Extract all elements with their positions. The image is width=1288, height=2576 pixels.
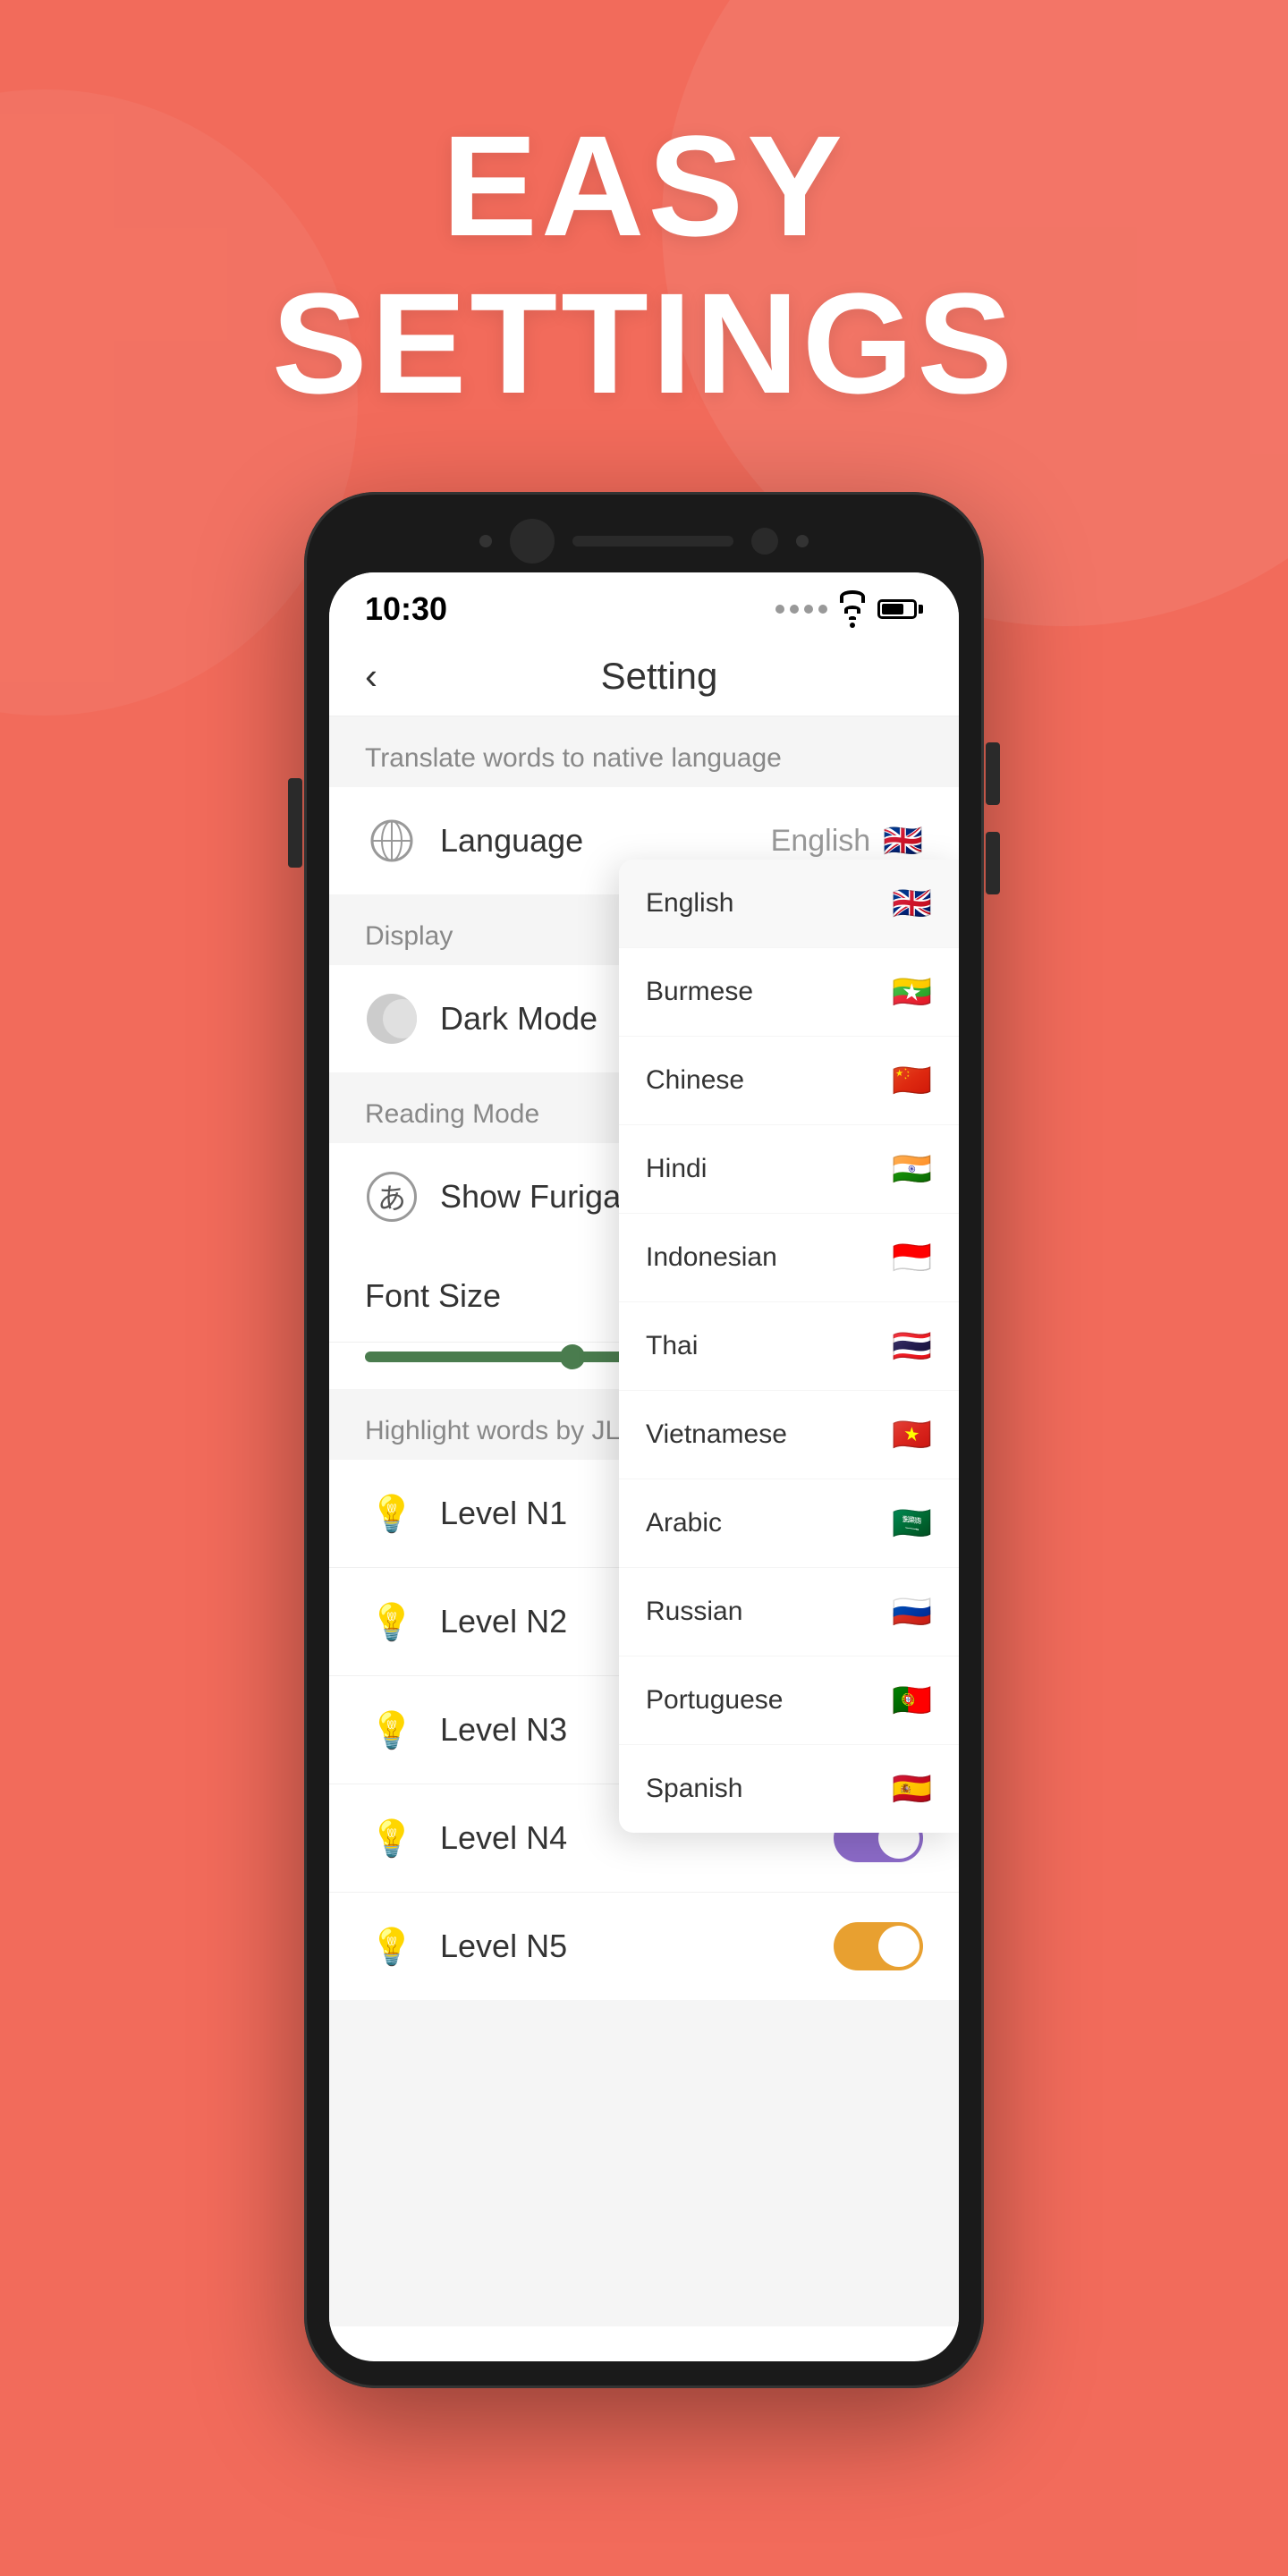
dropdown-item-thai[interactable]: Thai 🇹🇭 (619, 1302, 959, 1391)
signal-dot-2 (790, 605, 799, 614)
flag-chinese: 🇨🇳 (892, 1062, 932, 1099)
dark-mode-row-left: Dark Mode (365, 992, 597, 1046)
lang-name-hindi: Hindi (646, 1154, 707, 1184)
phone-screen: 10:30 (329, 572, 959, 2361)
level-n5-toggle[interactable] (834, 1922, 923, 1970)
lang-name-english: English (646, 888, 733, 919)
dropdown-item-hindi[interactable]: Hindi 🇮🇳 (619, 1125, 959, 1214)
dropdown-item-burmese[interactable]: Burmese 🇲🇲 (619, 948, 959, 1037)
battery-icon (877, 599, 923, 619)
flag-russian: 🇷🇺 (892, 1593, 932, 1631)
flag-english: 🇬🇧 (892, 885, 932, 922)
level-n2-label: Level N2 (440, 1603, 567, 1640)
globe-icon (365, 814, 419, 868)
power-button[interactable] (288, 778, 302, 868)
signal-dot-1 (775, 605, 784, 614)
flag-hindi: 🇮🇳 (892, 1150, 932, 1188)
furigana-icon: あ (365, 1170, 419, 1224)
level-n5-label: Level N5 (440, 1928, 567, 1965)
status-time: 10:30 (365, 590, 447, 628)
lang-name-arabic: Arabic (646, 1508, 722, 1538)
signal-dots (775, 605, 827, 614)
phone-dot-right (751, 528, 778, 555)
language-flag: 🇬🇧 (883, 822, 923, 860)
bulb-n2-icon: 💡 (365, 1595, 419, 1648)
dropdown-item-russian[interactable]: Russian 🇷🇺 (619, 1568, 959, 1657)
page-header: EASY SETTINGS (272, 107, 1016, 422)
signal-dot-3 (804, 605, 813, 614)
language-label: Language (440, 822, 583, 860)
flag-portuguese: 🇵🇹 (892, 1682, 932, 1719)
level-n1-label: Level N1 (440, 1495, 567, 1532)
bulb-n4-icon: 💡 (365, 1811, 419, 1865)
language-value: English 🇬🇧 (771, 822, 923, 860)
wifi-icon (840, 590, 865, 628)
level-n5-row[interactable]: 💡 Level N5 (329, 1893, 959, 2000)
flag-arabic: 🇸🇦 (892, 1504, 932, 1542)
language-dropdown: English 🇬🇧 Burmese 🇲🇲 Chinese 🇨🇳 Hindi 🇮… (619, 860, 959, 1833)
bulb-n5-icon: 💡 (365, 1919, 419, 1973)
bulb-n1-icon: 💡 (365, 1487, 419, 1540)
furigana-row-left: あ Show Furigana (365, 1170, 657, 1224)
app-title: Setting (395, 655, 923, 698)
phone-frame: 10:30 (304, 492, 984, 2388)
phone-hardware-top (329, 519, 959, 564)
lang-name-burmese: Burmese (646, 977, 753, 1007)
slider-knob[interactable] (560, 1344, 585, 1369)
signal-dot-4 (818, 605, 827, 614)
level-n5-left: 💡 Level N5 (365, 1919, 567, 1973)
moon-icon (365, 992, 419, 1046)
dropdown-item-arabic[interactable]: Arabic 🇸🇦 (619, 1479, 959, 1568)
section-translate-label: Translate words to native language (329, 716, 959, 787)
lang-name-spanish: Spanish (646, 1774, 742, 1804)
level-n3-left: 💡 Level N3 (365, 1703, 567, 1757)
level-n3-label: Level N3 (440, 1711, 567, 1749)
lang-name-indonesian: Indonesian (646, 1242, 777, 1273)
toggle-knob-n5 (878, 1926, 919, 1967)
lang-name-chinese: Chinese (646, 1065, 744, 1096)
back-button[interactable]: ‹ (365, 655, 377, 698)
dropdown-item-indonesian[interactable]: Indonesian 🇮🇩 (619, 1214, 959, 1302)
phone-speaker (572, 536, 733, 547)
flag-vietnamese: 🇻🇳 (892, 1416, 932, 1453)
flag-thai: 🇹🇭 (892, 1327, 932, 1365)
level-n4-label: Level N4 (440, 1819, 567, 1857)
level-n2-left: 💡 Level N2 (365, 1595, 567, 1648)
phone-camera (510, 519, 555, 564)
dropdown-item-spanish[interactable]: Spanish 🇪🇸 (619, 1745, 959, 1833)
settings-content: Translate words to native language L (329, 716, 959, 2326)
dropdown-item-portuguese[interactable]: Portuguese 🇵🇹 (619, 1657, 959, 1745)
lang-name-thai: Thai (646, 1331, 698, 1361)
flag-indonesian: 🇮🇩 (892, 1239, 932, 1276)
status-icons (775, 590, 923, 628)
level-n1-left: 💡 Level N1 (365, 1487, 567, 1540)
bulb-n3-icon: 💡 (365, 1703, 419, 1757)
lang-name-russian: Russian (646, 1597, 742, 1627)
lang-name-portuguese: Portuguese (646, 1685, 783, 1716)
font-size-label: Font Size (365, 1277, 501, 1315)
flag-spanish: 🇪🇸 (892, 1770, 932, 1808)
phone-dot-left (479, 535, 492, 547)
dropdown-item-vietnamese[interactable]: Vietnamese 🇻🇳 (619, 1391, 959, 1479)
volume-down-button[interactable] (986, 832, 1000, 894)
app-header: ‹ Setting (329, 637, 959, 716)
level-n4-left: 💡 Level N4 (365, 1811, 567, 1865)
volume-up-button[interactable] (986, 742, 1000, 805)
phone-dot-far-right (796, 535, 809, 547)
language-row-left: Language (365, 814, 583, 868)
dropdown-item-english[interactable]: English 🇬🇧 (619, 860, 959, 948)
status-bar: 10:30 (329, 572, 959, 637)
flag-burmese: 🇲🇲 (892, 973, 932, 1011)
header-title: EASY SETTINGS (272, 107, 1016, 422)
lang-name-vietnamese: Vietnamese (646, 1419, 787, 1450)
dark-mode-label: Dark Mode (440, 1000, 597, 1038)
dropdown-item-chinese[interactable]: Chinese 🇨🇳 (619, 1037, 959, 1125)
